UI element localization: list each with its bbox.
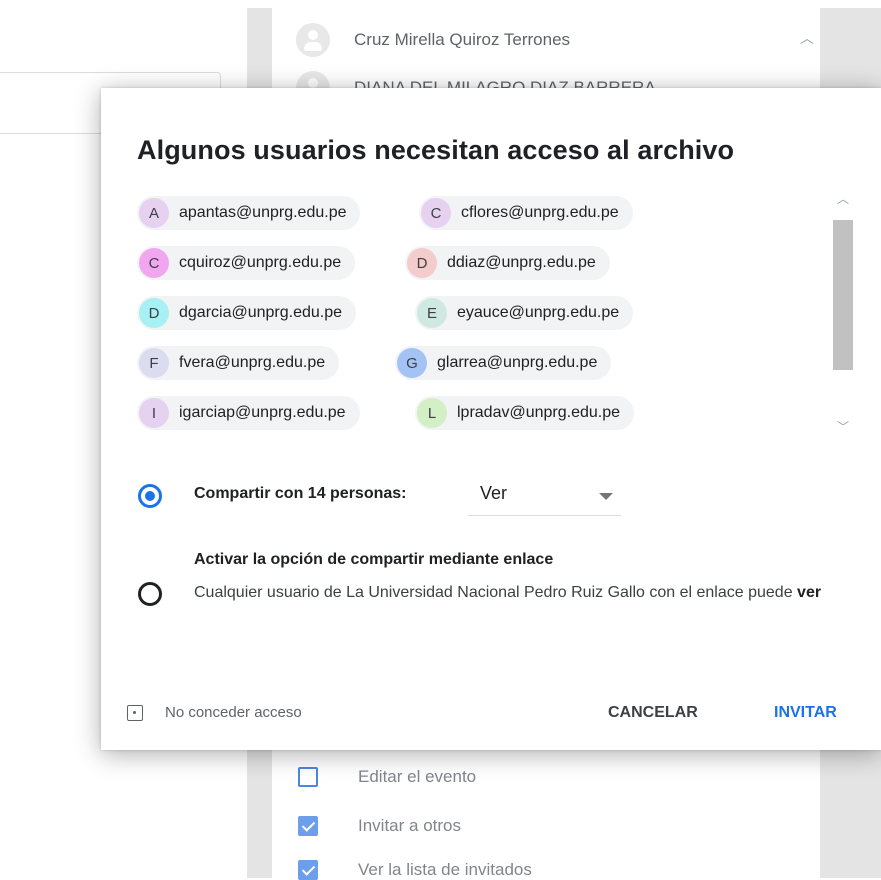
checkbox-see-guest-list[interactable] [298, 860, 318, 880]
user-chip[interactable]: Dddiaz@unprg.edu.pe [405, 246, 610, 280]
no-access-label: No conceder acceso [165, 704, 302, 721]
user-initial-avatar: F [139, 348, 169, 378]
user-initial-avatar: D [407, 248, 437, 278]
share-link-description: Cualquier usuario de La Universidad Naci… [194, 584, 822, 601]
radio-share-people[interactable] [138, 484, 162, 508]
share-link-label: Activar la opción de compartir mediante … [194, 551, 554, 568]
permission-label: Invitar a otros [358, 816, 461, 835]
guest-name: Cruz Mirella Quiroz Terrones [354, 30, 571, 49]
user-chip[interactable]: Ccquiroz@unprg.edu.pe [137, 246, 356, 280]
permission-see-guest-list[interactable]: Ver la lista de invitados [298, 860, 532, 880]
user-chip[interactable]: Gglarrea@unprg.edu.pe [395, 346, 612, 380]
permission-label: Editar el evento [358, 767, 477, 786]
scroll-up-chevron-icon[interactable]: ︿ [800, 28, 814, 48]
chip-list-scrollbar[interactable]: ︿ ﹀ [832, 190, 854, 440]
guest-avatar-icon [296, 23, 330, 57]
user-initial-avatar: C [139, 248, 169, 278]
user-chip[interactable]: Ddgarcia@unprg.edu.pe [137, 296, 357, 330]
user-chip[interactable]: Aapantas@unprg.edu.pe [137, 196, 361, 230]
role-select[interactable]: Ver [468, 478, 621, 516]
user-email: glarrea@unprg.edu.pe [437, 354, 598, 371]
user-email: fvera@unprg.edu.pe [179, 354, 326, 371]
user-initial-avatar: I [139, 398, 169, 428]
user-initial-avatar: A [139, 198, 169, 228]
user-email: lpradav@unprg.edu.pe [457, 404, 621, 421]
radio-share-link[interactable] [138, 582, 162, 606]
user-email: ddiaz@unprg.edu.pe [447, 254, 596, 271]
share-link-role: ver [797, 584, 822, 601]
user-chip[interactable]: Ffvera@unprg.edu.pe [137, 346, 340, 380]
user-initial-avatar: L [417, 398, 447, 428]
permission-label: Ver la lista de invitados [358, 860, 532, 879]
dialog-title: Algunos usuarios necesitan acceso al arc… [137, 135, 735, 165]
dropdown-caret-icon [599, 493, 613, 500]
no-access-checkbox[interactable] [127, 705, 143, 721]
guest-row[interactable]: Cruz Mirella Quiroz Terrones [296, 23, 570, 57]
permission-edit-event[interactable]: Editar el evento [298, 767, 476, 787]
scroll-up-icon[interactable]: ︿ [837, 190, 849, 207]
user-email: dgarcia@unprg.edu.pe [179, 304, 343, 321]
checkbox-invite-others[interactable] [298, 816, 318, 836]
role-select-value: Ver [480, 483, 508, 503]
user-email: apantas@unprg.edu.pe [179, 204, 347, 221]
user-initial-avatar: E [417, 298, 447, 328]
scrollbar-thumb[interactable] [833, 220, 853, 370]
invite-button[interactable]: INVITAR [774, 704, 837, 722]
permission-invite-others[interactable]: Invitar a otros [298, 816, 461, 836]
user-email: eyauce@unprg.edu.pe [457, 304, 620, 321]
user-email: cquiroz@unprg.edu.pe [179, 254, 342, 271]
share-people-label: Compartir con 14 personas: [194, 485, 407, 502]
checkbox-edit-event[interactable] [298, 767, 318, 787]
user-chip[interactable]: Llpradav@unprg.edu.pe [415, 396, 635, 430]
user-chip[interactable]: Ccflores@unprg.edu.pe [419, 196, 633, 230]
cancel-button[interactable]: CANCELAR [608, 704, 698, 722]
access-dialog: Algunos usuarios necesitan acceso al arc… [101, 88, 881, 750]
user-chip[interactable]: Eeyauce@unprg.edu.pe [415, 296, 634, 330]
user-initial-avatar: C [421, 198, 451, 228]
user-initial-avatar: D [139, 298, 169, 328]
user-chip[interactable]: Iigarciap@unprg.edu.pe [137, 396, 360, 430]
scroll-down-icon[interactable]: ﹀ [837, 418, 849, 435]
user-email: igarciap@unprg.edu.pe [179, 404, 346, 421]
user-email: cflores@unprg.edu.pe [461, 204, 619, 221]
user-initial-avatar: G [397, 348, 427, 378]
